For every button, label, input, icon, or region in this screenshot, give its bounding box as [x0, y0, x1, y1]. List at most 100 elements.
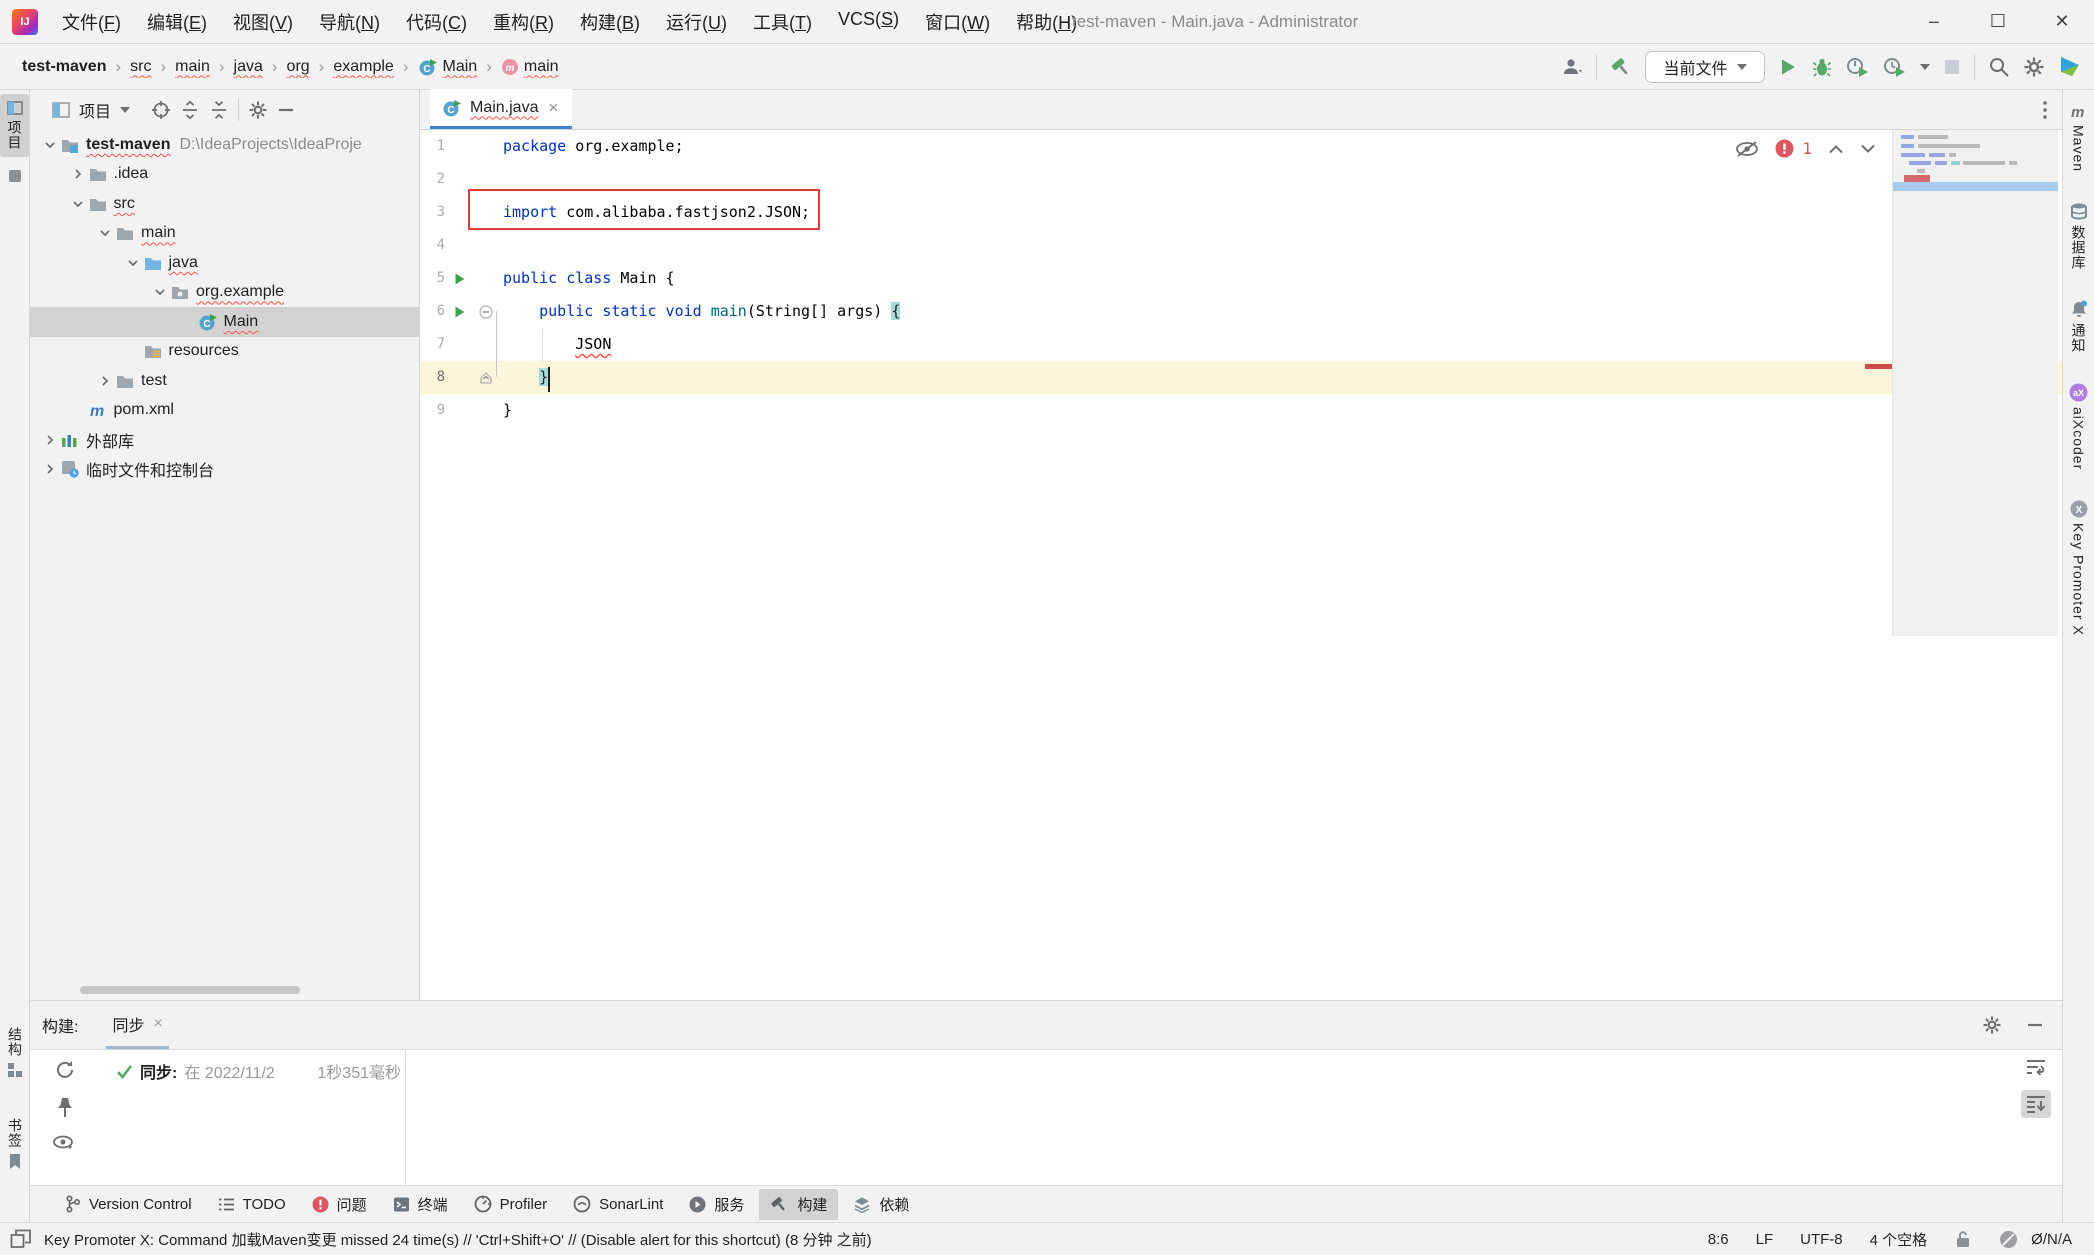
project-view-chevron-icon[interactable]: [120, 107, 130, 113]
view-options-eye-icon[interactable]: [52, 1134, 78, 1154]
breadcrumb-item-main[interactable]: CMain: [414, 56, 482, 78]
status-message[interactable]: Key Promoter X: Command 加载Maven变更 missed…: [44, 1229, 872, 1250]
toolwindow-button-profiler[interactable]: Profiler: [463, 1190, 559, 1218]
stripe-button-数据库[interactable]: 数据库: [2067, 195, 2091, 277]
line-number[interactable]: 7: [420, 328, 445, 361]
build-tab-sync[interactable]: 同步 ×: [106, 1002, 168, 1049]
run-line-icon[interactable]: [445, 295, 475, 328]
line-number[interactable]: 1: [420, 130, 445, 163]
code-minimap[interactable]: [1892, 130, 2058, 636]
hide-panel-icon[interactable]: [277, 101, 295, 119]
line-number[interactable]: 8: [420, 361, 445, 394]
line-number[interactable]: 2: [420, 163, 445, 196]
chevron-down-icon[interactable]: [123, 256, 143, 270]
line-number[interactable]: 9: [420, 394, 445, 427]
chevron-right-icon[interactable]: [95, 374, 115, 388]
code-line-8[interactable]: 8 }: [420, 361, 2062, 394]
run-configuration-select[interactable]: 当前文件: [1645, 51, 1765, 83]
code-line-7[interactable]: 7 JSON: [420, 328, 2062, 361]
menu-item-r[interactable]: 重构(R): [483, 5, 564, 39]
chevron-down-icon[interactable]: [95, 226, 115, 240]
readonly-unlock-icon[interactable]: [1954, 1230, 1972, 1249]
menu-item-n[interactable]: 导航(N): [309, 5, 390, 39]
close-tab-icon[interactable]: ×: [546, 98, 560, 118]
line-number[interactable]: 4: [420, 229, 445, 262]
toolwindow-button-version-control[interactable]: Version Control: [54, 1190, 203, 1218]
indent-widget[interactable]: 4 个空格: [1870, 1229, 1928, 1250]
tree-item-java[interactable]: java: [30, 248, 419, 278]
build-settings-gear-icon[interactable]: [1982, 1015, 2002, 1035]
menu-item-w[interactable]: 窗口(W): [915, 5, 1000, 39]
previous-error-chevron-up-icon[interactable]: [1828, 144, 1844, 154]
scroll-to-end-icon[interactable]: [2021, 1090, 2051, 1118]
rerun-sync-icon[interactable]: [53, 1058, 77, 1082]
line-number[interactable]: 5: [420, 262, 445, 295]
panel-settings-gear-icon[interactable]: [248, 100, 268, 120]
highlighting-eye-off-icon[interactable]: [1735, 140, 1759, 158]
chevron-right-icon[interactable]: [40, 433, 60, 447]
tree-item-test[interactable]: test: [30, 366, 419, 396]
chevron-down-icon[interactable]: [150, 285, 170, 299]
code-line-4[interactable]: 4: [420, 229, 2062, 262]
breadcrumb-item-main[interactable]: main: [171, 56, 214, 78]
pin-icon[interactable]: [54, 1096, 76, 1120]
expand-all-icon[interactable]: [180, 100, 200, 120]
menu-item-c[interactable]: 代码(C): [396, 5, 477, 39]
build-hammer-icon[interactable]: [1610, 56, 1632, 78]
run-button[interactable]: [1778, 57, 1798, 77]
code-line-2[interactable]: 2: [420, 163, 2062, 196]
breadcrumb-item-org[interactable]: org: [283, 56, 314, 78]
stripe-button-书签[interactable]: 书签: [3, 1111, 27, 1177]
code-line-9[interactable]: 9}: [420, 394, 2062, 427]
caret-position-widget[interactable]: 8:6: [1708, 1231, 1729, 1248]
tree-item-pom.xml[interactable]: mpom.xml: [30, 396, 419, 426]
debug-button[interactable]: [1811, 56, 1833, 78]
tree-item-外部库[interactable]: 外部库: [30, 425, 419, 455]
code-editor-area[interactable]: 1package org.example;23import com.alibab…: [420, 130, 2062, 1000]
toolwindow-button-构建[interactable]: 构建: [759, 1189, 838, 1220]
line-number[interactable]: 3: [420, 196, 445, 229]
chevron-down-icon[interactable]: [68, 197, 88, 211]
toolwindow-button-服务[interactable]: 服务: [678, 1189, 755, 1220]
minimize-button[interactable]: –: [1902, 0, 1966, 43]
menu-item-vcss[interactable]: VCS(S): [828, 5, 909, 39]
chevron-down-icon[interactable]: [40, 138, 60, 152]
run-options-chevron-icon[interactable]: [1920, 64, 1930, 70]
build-console[interactable]: [406, 1050, 2010, 1185]
fold-open-icon[interactable]: [475, 295, 497, 328]
fold-end-icon[interactable]: [475, 361, 497, 394]
locate-file-icon[interactable]: [151, 100, 171, 120]
close-build-tab-icon[interactable]: ×: [153, 1015, 162, 1033]
stripe-button-maven[interactable]: mMaven: [2068, 96, 2090, 179]
tree-item-Main[interactable]: CMain: [30, 307, 419, 337]
highlighting-level-icon[interactable]: [1999, 1230, 2018, 1249]
close-button[interactable]: ✕: [2030, 0, 2094, 43]
menu-item-f[interactable]: 文件(F): [52, 5, 131, 39]
error-badge-icon[interactable]: [1775, 139, 1794, 158]
tree-item-org.example[interactable]: org.example: [30, 278, 419, 308]
toolwindow-button-sonarlint[interactable]: SonarLint: [562, 1190, 674, 1218]
stripe-button-blob[interactable]: [0, 161, 29, 191]
stripe-button-结构[interactable]: 结构: [3, 1020, 27, 1085]
tree-item-src[interactable]: src: [30, 189, 419, 219]
tab-options-kebab-icon[interactable]: [2042, 100, 2048, 120]
hide-build-panel-icon[interactable]: [2026, 1016, 2044, 1034]
tree-item-test-maven[interactable]: test-mavenD:\IdeaProjects\IdeaProje: [30, 130, 419, 160]
search-icon[interactable]: [1988, 56, 2010, 78]
collapse-all-icon[interactable]: [209, 100, 229, 120]
run-line-icon[interactable]: [445, 262, 475, 295]
user-icon[interactable]: [1561, 57, 1583, 77]
breadcrumb-item-java[interactable]: java: [230, 56, 267, 78]
stripe-button-项目[interactable]: 项目: [0, 94, 29, 157]
toolwindow-button-问题[interactable]: 问题: [301, 1189, 378, 1220]
error-stripe-mark[interactable]: [1865, 364, 1892, 369]
tree-item-resources[interactable]: resources: [30, 337, 419, 367]
chevron-right-icon[interactable]: [68, 167, 88, 181]
plugin-logo-icon[interactable]: [2058, 55, 2084, 79]
profiler-run-button[interactable]: [1846, 56, 1870, 78]
highlighting-level-text[interactable]: Ø/N/A: [2031, 1231, 2072, 1248]
next-error-chevron-down-icon[interactable]: [1860, 144, 1876, 154]
tree-item-.idea[interactable]: .idea: [30, 160, 419, 190]
tree-item-临时文件和控制台[interactable]: 临时文件和控制台: [30, 455, 419, 485]
horizontal-scrollbar[interactable]: [80, 986, 300, 994]
